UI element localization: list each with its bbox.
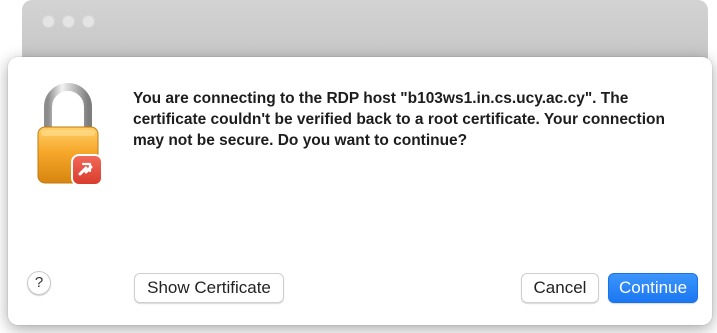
help-button[interactable]: ? (27, 271, 51, 295)
minimize-window-button[interactable] (62, 15, 75, 28)
zoom-window-button[interactable] (82, 15, 95, 28)
close-window-button[interactable] (42, 15, 55, 28)
continue-button[interactable]: Continue (608, 273, 698, 303)
certificate-alert-dialog: You are connecting to the RDP host "b103… (8, 57, 712, 325)
show-certificate-button[interactable]: Show Certificate (134, 273, 284, 303)
padlock-remote-desktop-icon (37, 83, 103, 186)
alert-message: You are connecting to the RDP host "b103… (133, 90, 665, 149)
cancel-button[interactable]: Cancel (521, 273, 599, 303)
screen: You are connecting to the RDP host "b103… (0, 0, 717, 333)
